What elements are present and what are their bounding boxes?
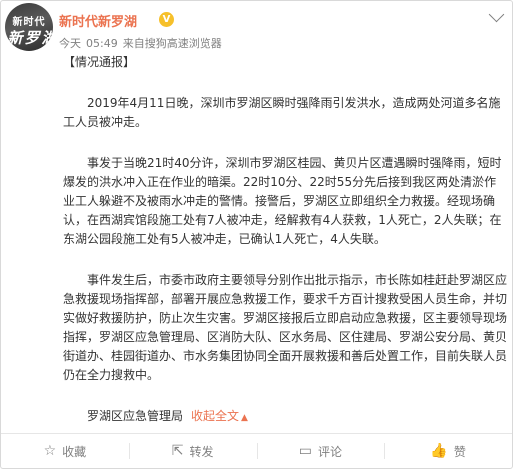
post-day: 今天 <box>59 37 81 50</box>
avatar-text-bottom: 新罗湖 <box>7 29 53 47</box>
source-prefix: 来自 <box>122 37 145 50</box>
post-paragraph-3: 事件发生后，市委市政府主要领导分别作出批示指示，市长陈如桂赶赴罗湖区应急救援现场… <box>63 273 508 382</box>
post-time[interactable]: 05:49 <box>86 37 118 50</box>
comment-button[interactable]: ▭ 评论 <box>256 434 385 468</box>
post-signature: 罗湖区应急管理局 <box>87 409 184 423</box>
favorite-button[interactable]: ☆ 收藏 <box>1 434 129 468</box>
account-name[interactable]: 新时代新罗湖 <box>59 11 137 30</box>
like-button[interactable]: 👍 赞 <box>384 434 512 468</box>
comment-label: 评论 <box>317 444 342 459</box>
post-paragraph-1: 2019年4月11日晚，深圳市罗湖区瞬时强降雨引发洪水，造成两处河道多名施工人员… <box>63 96 501 129</box>
like-label: 赞 <box>453 444 466 459</box>
post-content: 【情况通报】 2019年4月11日晚，深圳市罗湖区瞬时强降雨引发洪水，造成两处河… <box>63 53 508 428</box>
post-meta: 今天 05:49 来自搜狗高速浏览器 <box>59 35 227 51</box>
collapse-arrow-icon: ▲ <box>241 413 248 423</box>
action-bar: ☆ 收藏 ⇱ 转发 ▭ 评论 👍 赞 <box>1 433 512 468</box>
verified-icon: V <box>159 12 174 27</box>
post-source[interactable]: 搜狗高速浏览器 <box>145 37 222 50</box>
collapse-label: 收起全文 <box>191 409 240 423</box>
post-tag: 【情况通报】 <box>63 55 136 69</box>
like-icon: 👍 <box>430 443 448 459</box>
share-icon: ⇱ <box>171 443 184 459</box>
collapse-button[interactable]: 收起全文 ▲ <box>191 409 248 423</box>
avatar[interactable]: 新时代 新罗湖 <box>5 3 53 51</box>
post-signature-line: 罗湖区应急管理局 收起全文 ▲ <box>63 407 508 428</box>
post-paragraph-2: 事发于当晚21时40分许，深圳市罗湖区桂园、黄贝片区遭遇瞬时强降雨，短时爆发的洪… <box>63 156 502 246</box>
share-button[interactable]: ⇱ 转发 <box>128 434 257 468</box>
chevron-down-icon[interactable] <box>488 6 505 23</box>
star-icon: ☆ <box>43 443 57 459</box>
share-label: 转发 <box>189 444 214 459</box>
comment-icon: ▭ <box>298 443 312 459</box>
weibo-card: 新时代 新罗湖 新时代新罗湖 V 今天 05:49 来自搜狗高速浏览器 【情况通报】… <box>0 0 513 469</box>
avatar-text-top: 新时代 <box>12 17 46 28</box>
favorite-label: 收藏 <box>62 444 87 459</box>
